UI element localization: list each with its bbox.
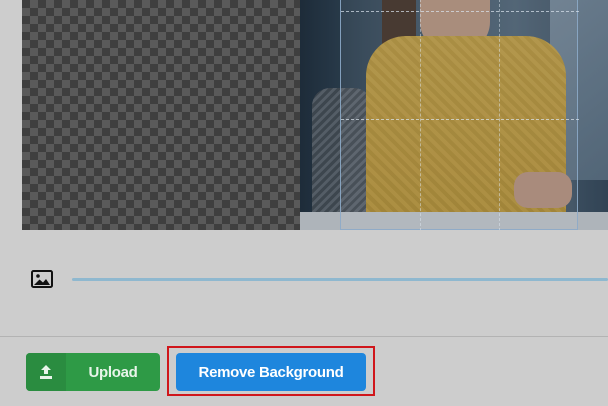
crop-guide-line [341,11,579,12]
upload-icon [26,353,66,391]
divider [0,336,608,337]
crop-guide-line [341,119,579,120]
remove-background-button[interactable]: Remove Background [176,353,366,391]
image-icon [31,270,53,288]
crop-guide-line [420,0,421,230]
image-canvas[interactable] [22,0,608,230]
crop-guide-line [499,0,500,230]
zoom-slider-row [0,262,608,296]
zoom-slider[interactable] [72,278,608,281]
transparent-background-area [22,0,300,230]
image-editor: Upload Remove Background [0,0,608,406]
crop-selection-box[interactable] [340,0,579,230]
upload-button[interactable]: Upload [26,353,160,391]
upload-button-label: Upload [88,363,138,381]
